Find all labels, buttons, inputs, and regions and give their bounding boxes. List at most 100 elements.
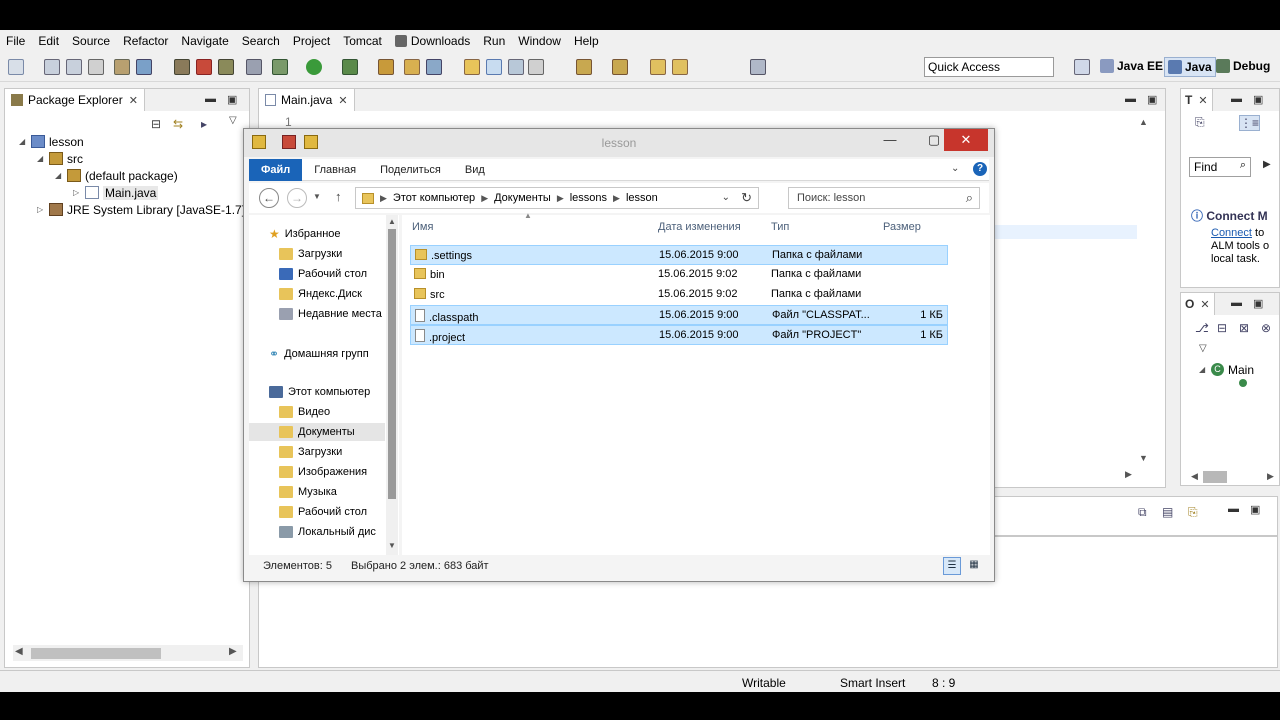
tree-item-main-java[interactable]: ▷ Main.java <box>73 184 159 201</box>
prev-annotation-icon[interactable] <box>612 59 628 75</box>
nav-recent-places[interactable]: Недавние места <box>279 305 399 323</box>
scroll-down-icon[interactable]: ▼ <box>388 541 396 550</box>
open-type-icon[interactable] <box>404 59 420 75</box>
scroll-right-icon[interactable]: ▶ <box>1267 471 1274 482</box>
collapse-arrow-icon[interactable]: ◢ <box>37 154 47 163</box>
column-type[interactable]: Тип <box>771 215 789 239</box>
print-icon[interactable] <box>88 59 104 75</box>
show-whitespace-icon[interactable] <box>528 59 544 75</box>
scroll-thumb[interactable] <box>31 648 161 659</box>
file-row[interactable]: .project 15.06.2015 9:00 Файл "PROJECT" 1 К… <box>410 325 948 345</box>
menu-window[interactable]: Window <box>518 34 561 48</box>
hide-fields-icon[interactable]: ⊟ <box>1217 321 1227 335</box>
nav-scrollbar[interactable]: ▲ ▼ <box>386 215 398 555</box>
horizontal-scrollbar[interactable]: ◀ ▶ <box>13 645 243 661</box>
refresh-icon[interactable]: ↻ <box>741 190 752 206</box>
link-with-editor-icon[interactable]: ⇆ <box>173 117 183 131</box>
menu-edit[interactable]: Edit <box>38 34 59 48</box>
build-icon[interactable] <box>114 59 130 75</box>
scroll-thumb[interactable] <box>388 229 396 499</box>
view-menu-icon[interactable]: ▸ <box>201 117 207 131</box>
minimize-icon[interactable]: ▬ <box>1228 503 1239 515</box>
scroll-thumb[interactable] <box>1203 471 1227 483</box>
tree-item-jre-library[interactable]: ▷ JRE System Library [JavaSE-1.7] <box>37 201 245 218</box>
quick-access-properties-icon[interactable] <box>282 135 296 149</box>
run-icon[interactable] <box>306 59 322 75</box>
menu-refactor[interactable]: Refactor <box>123 34 168 48</box>
save-all-icon[interactable] <box>66 59 82 75</box>
toggle-mark-occurrences-icon[interactable] <box>464 59 480 75</box>
nav-downloads[interactable]: Загрузки <box>279 245 399 263</box>
expand-arrow-icon[interactable]: ▷ <box>37 205 47 214</box>
new-task-icon[interactable]: ⎘ <box>1195 115 1205 130</box>
server-icon[interactable] <box>174 59 190 75</box>
nav-downloads-pc[interactable]: Загрузки <box>279 443 399 461</box>
next-annotation-icon[interactable] <box>576 59 592 75</box>
minimize-icon[interactable]: ▬ <box>1231 297 1242 309</box>
nav-homegroup[interactable]: ⚭ Домашняя групп <box>269 345 399 363</box>
menu-tomcat[interactable]: Tomcat <box>343 34 382 48</box>
maximize-icon[interactable]: ▣ <box>1147 93 1157 106</box>
hide-static-icon[interactable]: ⊠ <box>1239 321 1249 335</box>
minimize-icon[interactable]: ▬ <box>1231 93 1242 105</box>
forward-icon[interactable] <box>672 59 688 75</box>
refresh-icon[interactable] <box>136 59 152 75</box>
file-row[interactable]: bin 15.06.2015 9:02 Папка с файлами <box>410 265 948 285</box>
menu-search[interactable]: Search <box>242 34 280 48</box>
nav-favorites[interactable]: ★ Избранное <box>269 225 399 243</box>
file-row[interactable]: src 15.06.2015 9:02 Папка с файлами <box>410 285 948 305</box>
hide-nonpublic-icon[interactable]: ⊗ <box>1261 321 1271 335</box>
menu-navigate[interactable]: Navigate <box>181 34 228 48</box>
minimize-window-icon[interactable]: — <box>876 129 904 151</box>
perspective-java[interactable]: Java <box>1164 57 1216 77</box>
nav-videos[interactable]: Видео <box>279 403 399 421</box>
menu-help[interactable]: Help <box>574 34 599 48</box>
collapse-arrow-icon[interactable]: ◢ <box>1199 365 1209 374</box>
minimize-icon[interactable]: ▬ <box>1125 93 1136 105</box>
display-console-icon[interactable]: ▤ <box>1162 505 1173 519</box>
expand-arrow-icon[interactable]: ▷ <box>73 188 83 197</box>
tab-package-explorer[interactable]: Package Explorer ✕ <box>5 89 145 111</box>
new-folder-icon[interactable] <box>304 135 318 149</box>
scroll-down-icon[interactable]: ▼ <box>1139 453 1148 463</box>
expand-ribbon-icon[interactable]: ⌄ <box>951 163 959 174</box>
scroll-up-icon[interactable]: ▲ <box>1139 117 1148 127</box>
tree-item-src[interactable]: ◢ src <box>37 150 83 167</box>
details-view-icon[interactable]: ☰ <box>943 557 961 575</box>
nav-yandex-disk[interactable]: Яндекс.Диск <box>279 285 399 303</box>
large-icons-view-icon[interactable]: ▦ <box>965 557 983 575</box>
file-row[interactable]: .settings 15.06.2015 9:00 Папка с файлами <box>410 245 948 265</box>
tab-task-list[interactable]: T ✕ <box>1181 89 1213 111</box>
collapse-arrow-icon[interactable]: ◢ <box>19 137 29 146</box>
column-name[interactable]: Имя <box>412 215 433 239</box>
tree-item-default-package[interactable]: ◢ (default package) <box>55 167 178 184</box>
menu-project[interactable]: Project <box>293 34 330 48</box>
nav-pictures[interactable]: Изображения <box>279 463 399 481</box>
back-button-icon[interactable]: ← <box>259 188 279 208</box>
address-dropdown-icon[interactable]: ⌄ <box>722 192 730 203</box>
nav-desktop-pc[interactable]: Рабочий стол <box>279 503 399 521</box>
find-dropdown-icon[interactable]: ▶ <box>1263 159 1271 170</box>
new-icon[interactable] <box>8 59 24 75</box>
save-icon[interactable] <box>44 59 60 75</box>
recent-locations-icon[interactable]: ▼ <box>313 192 321 201</box>
close-icon[interactable]: ✕ <box>1198 94 1207 107</box>
external-tools-icon[interactable] <box>378 59 394 75</box>
breadcrumb-documents[interactable]: Документы <box>494 192 551 204</box>
coverage-icon[interactable] <box>342 59 358 75</box>
tab-main-java[interactable]: Main.java ✕ <box>259 89 355 111</box>
menu-source[interactable]: Source <box>72 34 110 48</box>
restart-server-icon[interactable] <box>218 59 234 75</box>
close-icon[interactable]: ✕ <box>338 94 347 107</box>
breadcrumb-lessons[interactable]: lessons <box>570 192 607 204</box>
ribbon-tab-file[interactable]: Файл <box>249 158 303 181</box>
open-console-icon[interactable]: ⧉ <box>1138 505 1147 520</box>
nav-documents[interactable]: Документы <box>249 423 385 441</box>
search-input[interactable]: Поиск: lesson ⌕ <box>788 187 980 209</box>
help-icon[interactable]: ? <box>973 162 987 176</box>
outline-item-main[interactable]: ◢ C Main <box>1199 361 1254 378</box>
column-size[interactable]: Размер <box>883 215 921 239</box>
menu-run[interactable]: Run <box>483 34 505 48</box>
search-tool-icon[interactable] <box>426 59 442 75</box>
nav-this-pc[interactable]: Этот компьютер <box>269 383 399 401</box>
